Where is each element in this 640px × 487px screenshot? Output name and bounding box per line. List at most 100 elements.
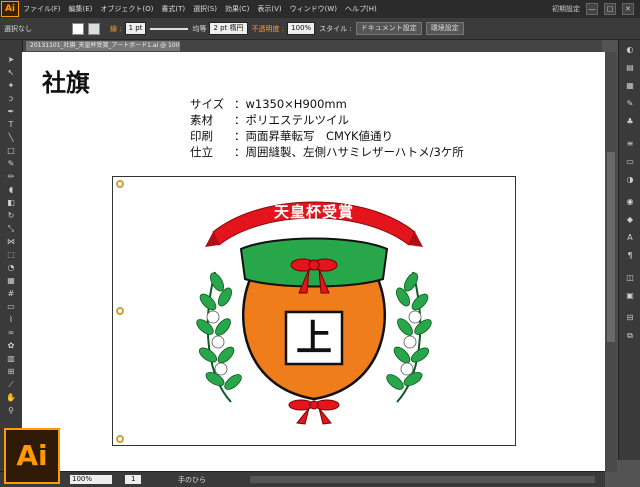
rotate-tool-icon[interactable]: ↻ <box>4 210 18 221</box>
artboards-panel-icon[interactable]: ▣ <box>623 290 637 302</box>
hand-tool-icon[interactable]: ✋ <box>4 392 18 403</box>
status-bar: 100% 1 手のひら <box>0 471 605 487</box>
spec-row-printing: 印刷 ：両面昇華転写 CMYK値通り <box>190 128 464 144</box>
spec-list: サイズ ：w1350×H900mm 素材 ：ポリエステルツイル 印刷 ：両面昇華転写 … <box>190 96 464 160</box>
lasso-tool-icon[interactable]: ↄ <box>4 93 18 104</box>
laurel-right <box>386 271 432 403</box>
paragraph-panel-icon[interactable]: ¶ <box>623 250 637 262</box>
spec-label: 印刷 <box>190 129 213 143</box>
menu-view[interactable]: 表示(V) <box>253 4 285 14</box>
illustrator-logo-icon: Ai <box>4 428 60 484</box>
document-tab[interactable]: 20131101_社旗_天皇杯受賞_アートボード1.ai @ 100% (CMY… <box>26 41 180 51</box>
symbols-panel-icon[interactable]: ♣ <box>623 116 637 128</box>
graphic-styles-icon[interactable]: ◆ <box>623 214 637 226</box>
menu-file[interactable]: ファイル(F) <box>19 4 65 14</box>
zoom-field[interactable]: 100% <box>70 475 112 484</box>
eraser-tool-icon[interactable]: ◧ <box>4 197 18 208</box>
mesh-tool-icon[interactable]: # <box>4 288 18 299</box>
spec-row-finishing: 仕立 ：周囲縫製、左側ハサミレザーハトメ/3ケ所 <box>190 144 464 160</box>
vertical-scrollbar[interactable] <box>605 52 617 472</box>
character-panel-icon[interactable]: A <box>623 232 637 244</box>
free-transform-tool-icon[interactable]: ⬚ <box>4 249 18 260</box>
opacity-field[interactable]: 100% <box>287 22 316 35</box>
current-tool-status: 手のひら <box>178 476 206 484</box>
swatches-panel-icon[interactable]: ▦ <box>623 80 637 92</box>
close-button[interactable]: ✕ <box>622 3 634 15</box>
minimize-button[interactable]: — <box>586 3 598 15</box>
menu-effect[interactable]: 効果(C) <box>221 4 253 14</box>
color-guide-icon[interactable]: ▤ <box>623 62 637 74</box>
paintbrush-tool-icon[interactable]: ✎ <box>4 158 18 169</box>
menu-object[interactable]: オブジェクト(O) <box>96 4 157 14</box>
blob-brush-tool-icon[interactable]: ◖ <box>4 184 18 195</box>
spec-label: 素材 <box>190 113 213 127</box>
stroke-panel-icon[interactable]: ≡ <box>623 138 637 150</box>
artboard-number[interactable]: 1 <box>125 475 142 484</box>
laurel-left <box>196 271 242 403</box>
brush-field[interactable]: 2 pt 楕円 <box>209 22 248 35</box>
page-title: 社旗 <box>42 68 90 97</box>
appearance-panel-icon[interactable]: ◉ <box>623 196 637 208</box>
gradient-tool-icon[interactable]: ▭ <box>4 301 18 312</box>
eyedropper-tool-icon[interactable]: ⌇ <box>4 314 18 325</box>
opacity-label[interactable]: 不透明度 : <box>252 24 285 34</box>
menu-bar: Ai ファイル(F) 編集(E) オブジェクト(O) 書式(T) 選択(S) 効… <box>0 0 640 18</box>
selection-status: 選択なし <box>4 24 32 33</box>
gradient-panel-icon[interactable]: ▭ <box>623 156 637 168</box>
stroke-profile-preview[interactable] <box>150 27 189 30</box>
selection-tool-icon[interactable]: ➤ <box>4 54 18 65</box>
menu-type[interactable]: 書式(T) <box>157 4 189 14</box>
docked-panels: ◐ ▤ ▦ ✎ ♣ ≡ ▭ ◑ ◉ ◆ A ¶ ◫ ▣ ⊟ ⧉ <box>618 40 640 460</box>
maximize-button[interactable]: □ <box>604 3 616 15</box>
stroke-weight-field[interactable]: 1 pt <box>124 22 147 35</box>
scale-tool-icon[interactable]: ⤡ <box>4 223 18 234</box>
brushes-panel-icon[interactable]: ✎ <box>623 98 637 110</box>
spec-value: ：ポリエステルツイル <box>234 113 349 127</box>
horizontal-scrollbar[interactable] <box>250 476 595 483</box>
stroke-label[interactable]: 線 : <box>110 24 122 34</box>
spec-row-size: サイズ ：w1350×H900mm <box>190 96 464 112</box>
zoom-tool-icon[interactable]: ⚲ <box>4 405 18 416</box>
rectangle-tool-icon[interactable]: □ <box>4 145 18 156</box>
workspace-switcher[interactable]: 初期設定 <box>552 4 580 14</box>
align-panel-icon[interactable]: ⊟ <box>623 312 637 324</box>
slice-tool-icon[interactable]: ⟋ <box>4 379 18 390</box>
line-tool-icon[interactable]: ╲ <box>4 132 18 143</box>
type-tool-icon[interactable]: T <box>4 119 18 130</box>
menu-window[interactable]: ウィンドウ(W) <box>286 4 341 14</box>
direct-selection-tool-icon[interactable]: ↖ <box>4 67 18 78</box>
pencil-tool-icon[interactable]: ✏ <box>4 171 18 182</box>
color-panel-icon[interactable]: ◐ <box>623 44 637 56</box>
vertical-scroll-thumb[interactable] <box>607 152 615 342</box>
transparency-panel-icon[interactable]: ◑ <box>623 174 637 186</box>
pen-tool-icon[interactable]: ✒ <box>4 106 18 117</box>
shape-builder-tool-icon[interactable]: ◔ <box>4 262 18 273</box>
pathfinder-panel-icon[interactable]: ⧉ <box>623 330 637 342</box>
spec-row-material: 素材 ：ポリエステルツイル <box>190 112 464 128</box>
magic-wand-tool-icon[interactable]: ✦ <box>4 80 18 91</box>
artboard-tool-icon[interactable]: ⊞ <box>4 366 18 377</box>
flag-artwork[interactable]: 天皇杯受賞 上 <box>112 176 516 446</box>
preferences-button[interactable]: 環境設定 <box>425 22 464 35</box>
menu-help[interactable]: ヘルプ(H) <box>341 4 381 14</box>
stroke-swatch[interactable] <box>88 22 100 35</box>
width-tool-icon[interactable]: ⋈ <box>4 236 18 247</box>
document-setup-button[interactable]: ドキュメント設定 <box>355 22 422 35</box>
spec-label: サイズ <box>190 97 225 111</box>
control-bar: 選択なし 線 : 1 pt 均等 2 pt 楕円 不透明度 : 100% スタイ… <box>0 18 640 40</box>
symbol-sprayer-tool-icon[interactable]: ✿ <box>4 340 18 351</box>
blend-tool-icon[interactable]: ∞ <box>4 327 18 338</box>
perspective-grid-tool-icon[interactable]: ▦ <box>4 275 18 286</box>
artboard-canvas[interactable]: 社旗 サイズ ：w1350×H900mm 素材 ：ポリエステルツイル 印刷 ：両面昇華… <box>22 52 605 471</box>
stroke-style-label[interactable]: 均等 <box>192 24 206 34</box>
column-graph-tool-icon[interactable]: ▥ <box>4 353 18 364</box>
banner-text: 天皇杯受賞 <box>273 203 354 221</box>
layers-panel-icon[interactable]: ◫ <box>623 272 637 284</box>
spec-value: ：周囲縫製、左側ハサミレザーハトメ/3ケ所 <box>234 145 464 159</box>
menu-select[interactable]: 選択(S) <box>189 4 221 14</box>
spec-value: ：両面昇華転写 CMYK値通り <box>234 129 394 143</box>
menu-edit[interactable]: 編集(E) <box>65 4 97 14</box>
fill-swatch[interactable] <box>72 22 84 35</box>
spec-value: ：w1350×H900mm <box>234 97 347 111</box>
tools-panel: ➤ ↖ ✦ ↄ ✒ T ╲ □ ✎ ✏ ◖ ◧ ↻ ⤡ ⋈ ⬚ ◔ ▦ # ▭ … <box>0 40 23 485</box>
